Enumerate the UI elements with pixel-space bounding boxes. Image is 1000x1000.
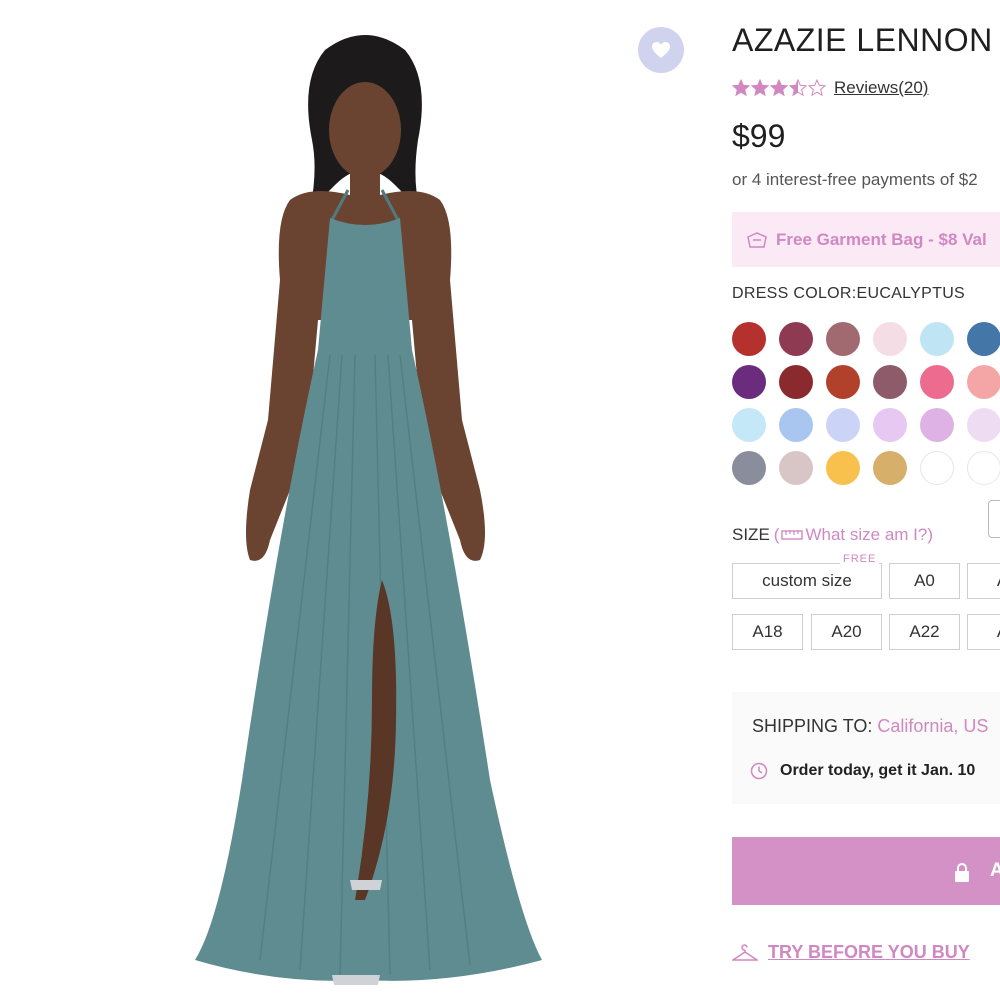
size-option[interactable]: A0 [889,563,960,599]
color-swatch[interactable] [732,451,766,485]
favorite-button[interactable] [638,27,684,73]
color-swatch[interactable] [920,451,954,485]
color-swatch[interactable] [967,322,1000,356]
model-neck [350,160,380,200]
color-swatch[interactable] [873,322,907,356]
color-swatch[interactable] [967,451,1000,485]
star-icon [751,79,769,97]
free-tag: FREE [840,553,880,565]
star-icon [789,79,807,97]
ruler-icon [781,530,804,540]
rating-row: Reviews(20) [732,78,928,98]
color-swatch[interactable] [732,408,766,442]
shipping-panel: SHIPPING TO: California, US Order today,… [732,692,1000,804]
bag-icon [955,863,969,882]
color-swatch[interactable] [826,322,860,356]
heart-icon [652,42,670,58]
shipping-location-link[interactable]: California, US [877,716,988,736]
rating-stars [732,79,826,97]
color-swatch[interactable] [779,451,813,485]
dress-bodice [318,218,412,350]
dress-color-label: DRESS COLOR:EUCALYPTUS [732,285,966,302]
size-help-link[interactable]: ( What size am I?) [774,525,933,545]
color-swatch[interactable] [732,322,766,356]
size-option[interactable]: A18 [732,614,803,650]
product-photo [195,35,542,985]
try-before-you-buy-label: TRY BEFORE YOU BUY [768,942,970,962]
color-swatch[interactable] [779,365,813,399]
product-title: AZAZIE LENNON [732,22,993,58]
color-swatch[interactable] [732,365,766,399]
color-swatch[interactable] [873,451,907,485]
size-option[interactable]: A22 [889,614,960,650]
add-to-bag-label: A [990,860,1000,881]
reviews-link[interactable]: Reviews(20) [834,78,928,98]
promo-text: Free Garment Bag - $8 Val [776,229,987,249]
color-swatch[interactable] [826,365,860,399]
try-before-you-buy-link[interactable]: TRY BEFORE YOU BUY [732,942,970,963]
color-swatch[interactable] [826,451,860,485]
color-swatch[interactable] [873,408,907,442]
color-swatches [732,322,1000,486]
color-swatch[interactable] [920,322,954,356]
star-icon [770,79,788,97]
color-swatch[interactable] [826,408,860,442]
hanger-icon [732,943,758,961]
color-swatch[interactable] [779,408,813,442]
color-swatch[interactable] [920,365,954,399]
product-price: $99 [732,118,786,154]
color-swatch[interactable] [920,408,954,442]
color-swatch[interactable] [967,365,1000,399]
shipping-label: SHIPPING TO: [752,716,878,736]
delivery-text: Order today, get it Jan. 10 [780,762,976,779]
size-label: SIZE [732,525,770,544]
size-label-row: SIZE ( What size am I?) [732,525,933,545]
star-icon [808,79,826,97]
size-help-text: What size am I? [805,525,928,544]
add-to-bag-button[interactable]: A [732,837,1000,905]
delivery-estimate: Order today, get it Jan. 10 [750,762,975,780]
color-swatch[interactable] [779,322,813,356]
star-icon [732,79,750,97]
clock-icon [750,762,768,780]
size-option[interactable]: A20 [811,614,882,650]
color-swatch[interactable] [967,408,1000,442]
garment-bag-icon [747,231,767,248]
color-swatch[interactable] [873,365,907,399]
size-option[interactable]: custom size [732,563,882,599]
size-option[interactable]: A [967,614,1000,650]
size-guide-button[interactable] [988,500,1000,538]
shipping-to: SHIPPING TO: California, US [752,716,988,737]
promo-banner: Free Garment Bag - $8 Val [732,212,1000,267]
installments-text: or 4 interest-free payments of $2 [732,170,978,189]
size-option[interactable]: A [967,563,1000,599]
